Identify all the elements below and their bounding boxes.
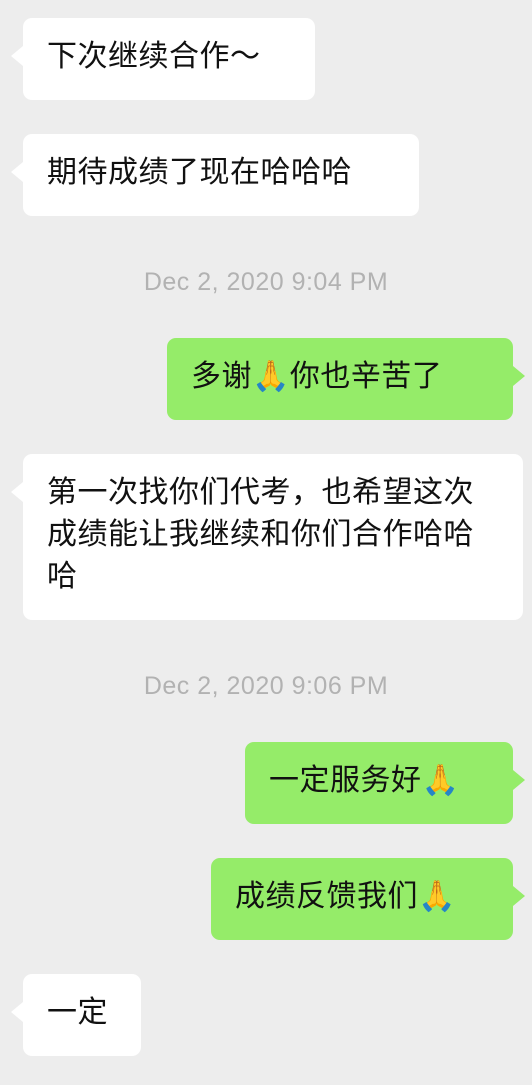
outgoing-message-bubble[interactable]: 一定服务好🙏: [245, 742, 525, 824]
incoming-message-bubble[interactable]: 期待成绩了现在哈哈哈: [11, 134, 419, 216]
incoming-message-bubble[interactable]: 下次继续合作～: [11, 18, 315, 100]
message-timestamp: Dec 2, 2020 9:06 PM: [143, 672, 389, 700]
outgoing-message-bubble[interactable]: 多谢🙏你也辛苦了: [167, 338, 525, 420]
chat-thread: 下次继续合作～ 期待成绩了现在哈哈哈 Dec 2, 2020 9:04 PM 多…: [0, 0, 532, 1085]
incoming-message-bubble[interactable]: 一定: [11, 974, 141, 1056]
outgoing-message-bubble[interactable]: 成绩反馈我们🙏: [211, 858, 525, 940]
incoming-message-bubble[interactable]: 第一次找你们代考，也希望这次成绩能让我继续和你们合作哈哈哈: [11, 454, 523, 620]
message-timestamp: Dec 2, 2020 9:04 PM: [143, 268, 389, 296]
